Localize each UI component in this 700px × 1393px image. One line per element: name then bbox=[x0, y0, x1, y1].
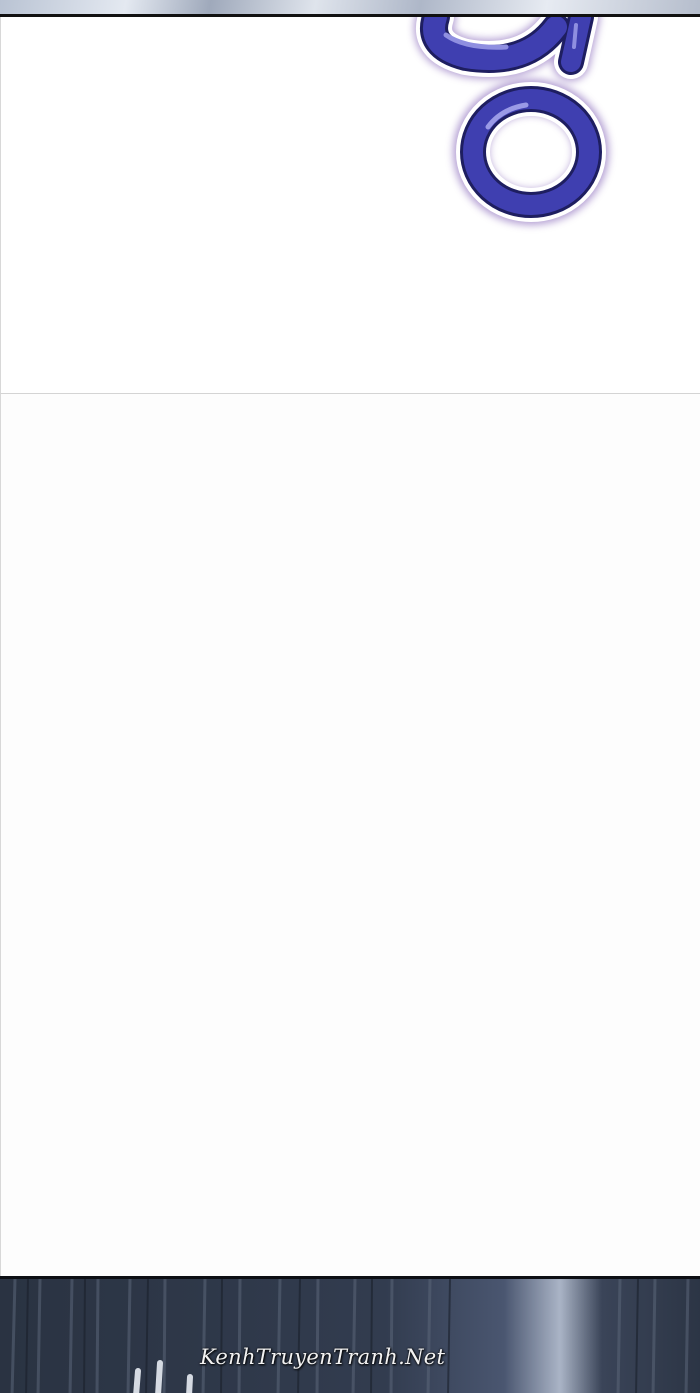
top-panel-edge bbox=[0, 0, 700, 17]
panel-sound-effect bbox=[0, 17, 700, 394]
panel-blank bbox=[0, 394, 700, 1276]
sound-effect-lettering bbox=[414, 17, 609, 225]
comic-strip-page: KenhTruyenTranh.Net bbox=[0, 0, 700, 1393]
watermark-text: KenhTruyenTranh.Net bbox=[200, 1345, 446, 1369]
panel-dark-scene: KenhTruyenTranh.Net bbox=[0, 1276, 700, 1393]
background-speedlines bbox=[0, 1279, 700, 1393]
